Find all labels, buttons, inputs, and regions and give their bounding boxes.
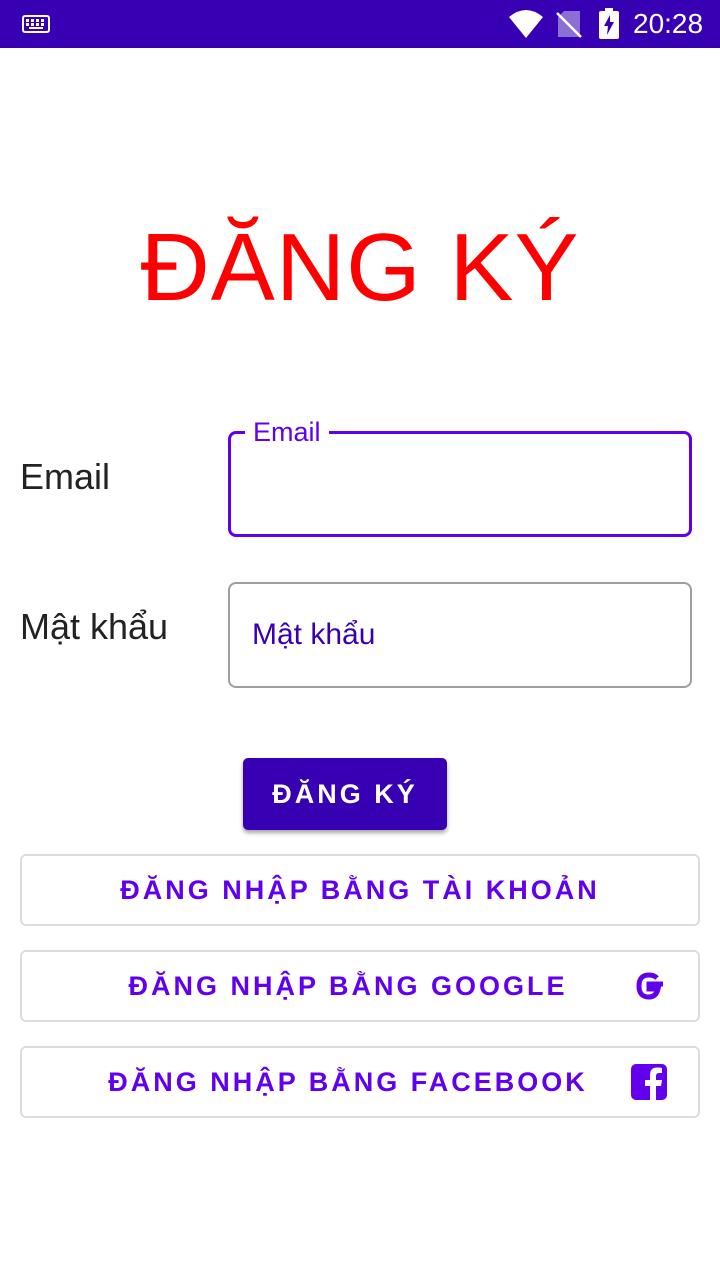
login-account-label: ĐĂNG NHẬP BẰNG TÀI KHOẢN — [120, 874, 600, 905]
battery-charging-icon — [599, 8, 619, 39]
register-button[interactable]: ĐĂNG KÝ — [243, 758, 447, 830]
password-label: Mật khẩu — [20, 606, 169, 647]
login-google-label: ĐĂNG NHẬP BẰNG GOOGLE — [128, 970, 568, 1001]
login-facebook-label: ĐĂNG NHẬP BẰNG FACEBOOK — [108, 1066, 588, 1097]
status-time: 20:28 — [633, 8, 704, 39]
no-sim-icon — [556, 11, 582, 38]
page-title: ĐĂNG KÝ — [140, 214, 580, 321]
email-label: Email — [20, 456, 111, 497]
login-google-button[interactable]: ĐĂNG NHẬP BẰNG GOOGLE — [20, 950, 700, 1022]
password-field[interactable] — [228, 582, 692, 688]
wifi-icon — [509, 10, 543, 38]
login-account-button[interactable]: ĐĂNG NHẬP BẰNG TÀI KHOẢN — [20, 854, 700, 926]
keyboard-icon — [22, 15, 50, 33]
email-input[interactable] — [253, 434, 673, 534]
password-input[interactable] — [252, 584, 672, 686]
google-icon — [636, 972, 663, 1000]
login-facebook-button[interactable]: ĐĂNG NHẬP BẰNG FACEBOOK — [20, 1046, 700, 1118]
email-field[interactable]: Email — [228, 417, 692, 537]
status-bar: 20:28 — [0, 0, 720, 48]
facebook-icon — [631, 1064, 667, 1100]
